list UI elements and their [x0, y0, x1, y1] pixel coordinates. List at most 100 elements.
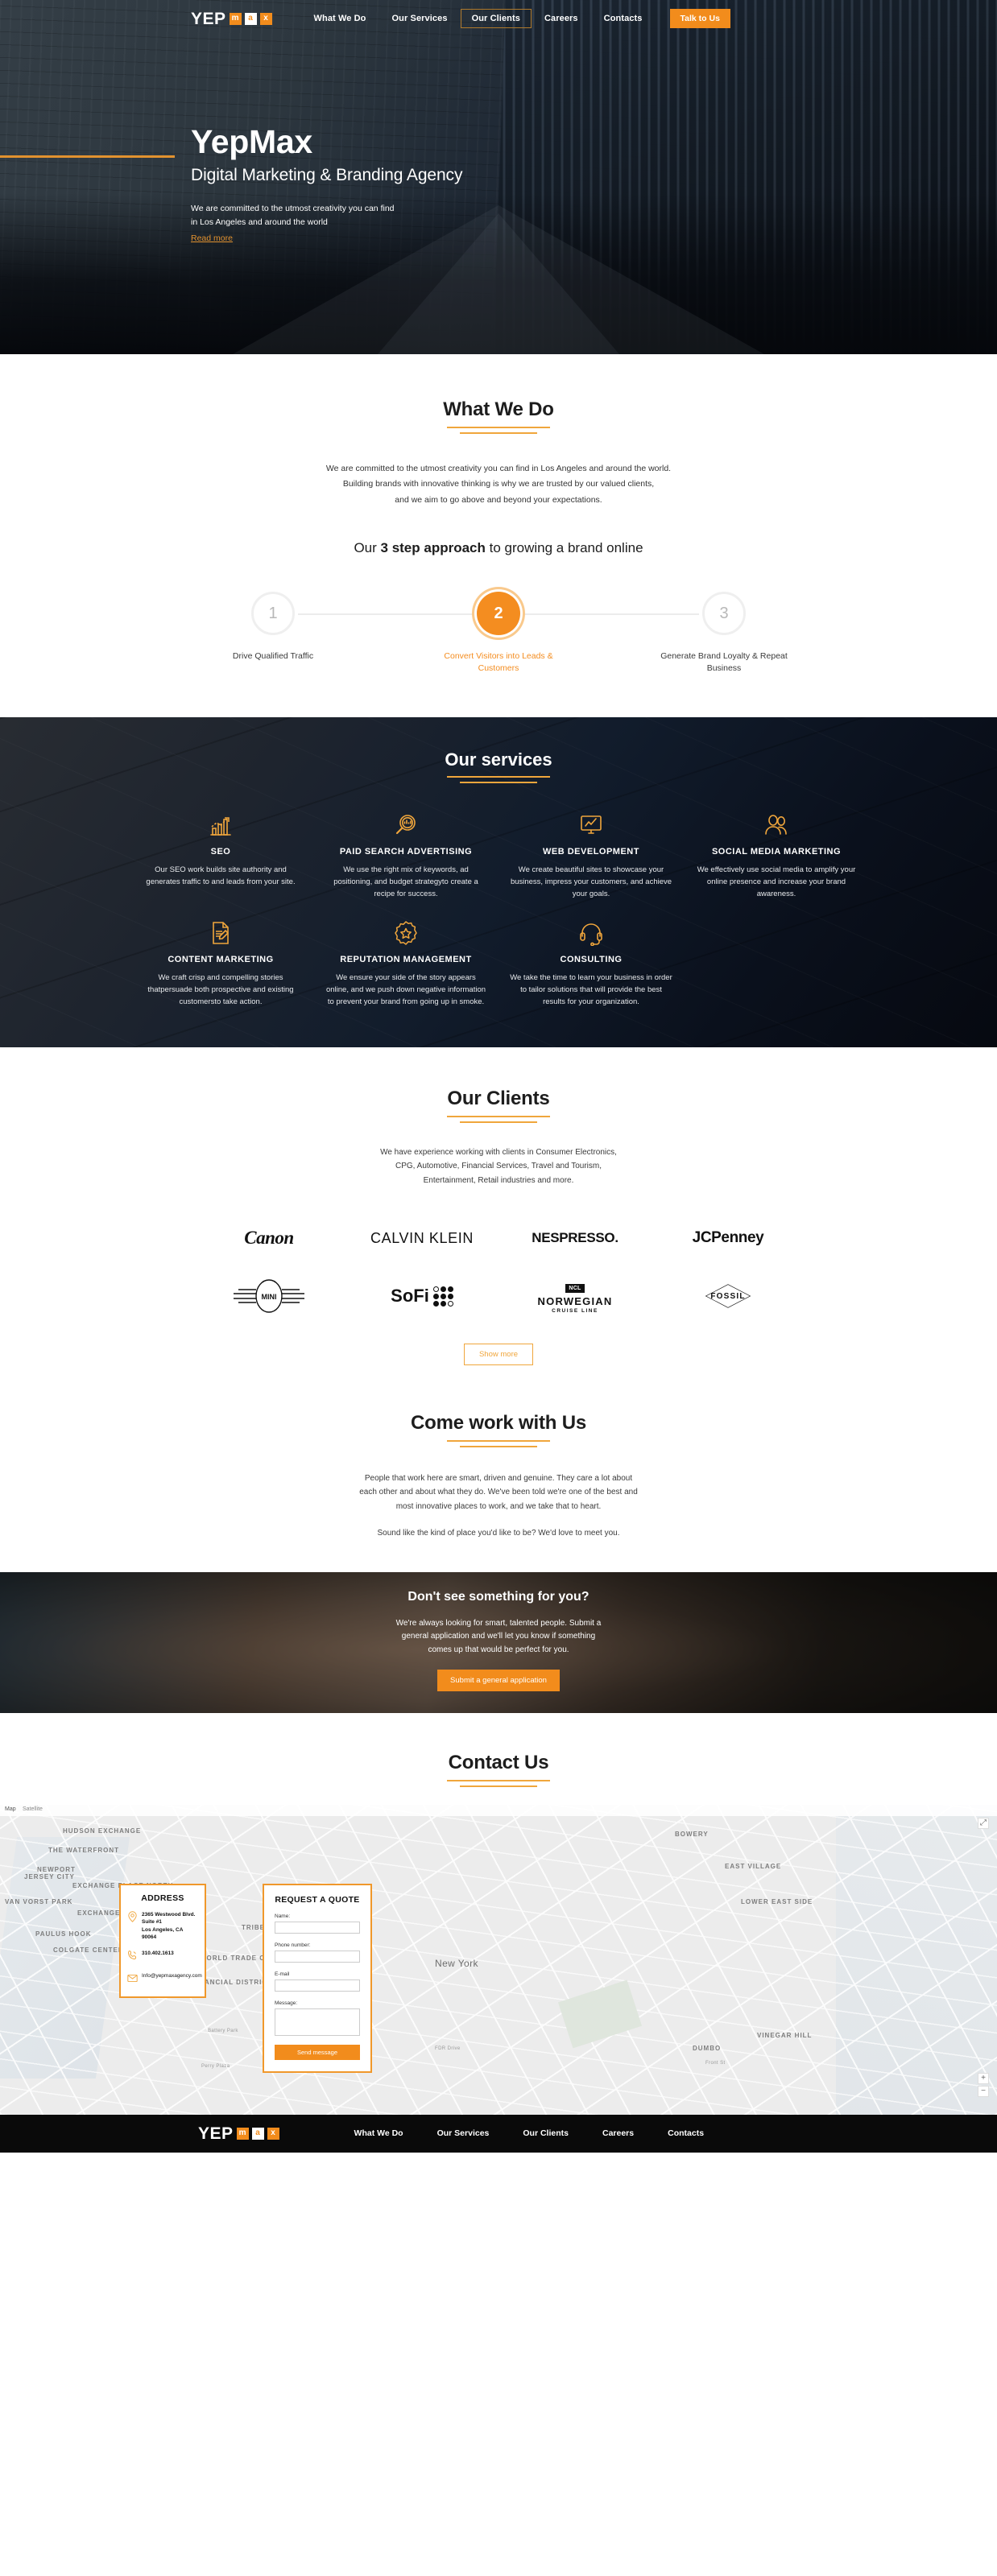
banner-content: Don't see something for you? We're alway… — [0, 1572, 997, 1692]
name-input[interactable] — [275, 1921, 360, 1934]
footer-link-our-services[interactable]: Our Services — [420, 2128, 507, 2138]
service-card-web-development[interactable]: WEB DEVELOPMENT We create beautiful site… — [498, 811, 684, 901]
careers-line1: People that work here are smart, driven … — [364, 1474, 633, 1484]
show-more-button[interactable]: Show more — [463, 1344, 534, 1366]
service-desc: Our SEO work builds site authority and g… — [146, 865, 296, 886]
careers-line3: most innovative places to work, and we t… — [395, 1501, 602, 1511]
client-logo-mini[interactable]: MINI — [230, 1278, 308, 1315]
send-message-button[interactable]: Send message — [275, 2044, 360, 2060]
underline-long — [447, 1115, 550, 1117]
magnifier-ad-icon — [325, 811, 487, 838]
what-we-do-underline — [0, 427, 997, 434]
email-input[interactable] — [275, 1979, 360, 1992]
step-2[interactable]: 2 Convert Visitors into Leads & Customer… — [424, 592, 573, 675]
page-footer: YEP m a x What We Do Our Services Our Cl… — [0, 2114, 997, 2153]
submit-general-application-button[interactable]: Submit a general application — [437, 1670, 560, 1692]
map-zoom-in-button[interactable]: + — [978, 2072, 989, 2084]
careers-copy: People that work here are smart, driven … — [297, 1472, 700, 1540]
map-label: FDR Drive — [435, 2046, 461, 2051]
client-logo-canon[interactable]: Canon — [244, 1220, 294, 1257]
service-desc: We use the right mix of keywords, ad pos… — [333, 865, 478, 899]
what-we-do-section: What We Do We are committed to the utmos… — [0, 354, 997, 717]
client-logo-norwegian[interactable]: NCL NORWEGIAN CRUISE LINE — [538, 1278, 613, 1315]
footer-link-what-we-do[interactable]: What We Do — [337, 2128, 420, 2138]
nav-item-contacts[interactable]: Contacts — [591, 9, 656, 28]
nav-item-careers[interactable]: Careers — [532, 9, 591, 28]
map-city-label: New York — [435, 1957, 478, 1969]
footer-logo-tile-m: m — [236, 2127, 249, 2140]
footer-link-contacts[interactable]: Contacts — [651, 2128, 721, 2138]
talk-to-us-button[interactable]: Talk to Us — [669, 9, 730, 28]
services-content: Our services SEO Our SEO work builds sit… — [0, 749, 997, 1009]
message-label: Message: — [275, 2000, 298, 2006]
step-1[interactable]: 1 Drive Qualified Traffic — [198, 592, 348, 663]
hero-description-line1: We are committed to the utmost creativit… — [191, 204, 395, 213]
phone-label: Phone number: — [275, 1942, 311, 1948]
hero-read-more-link[interactable]: Read more — [191, 233, 233, 243]
service-card-paid-search[interactable]: PAID SEARCH ADVERTISING We use the right… — [313, 811, 498, 901]
footer-link-careers[interactable]: Careers — [585, 2128, 651, 2138]
underline-long — [447, 1440, 550, 1443]
hero-section: YEP m a x What We Do Our Services Our Cl… — [0, 0, 997, 354]
hero-description-line2: in Los Angeles and around the world — [191, 217, 328, 227]
map-label: COLGATE CENTER — [53, 1946, 124, 1954]
phone-icon — [127, 1950, 138, 1964]
service-card-consulting[interactable]: CONSULTING We take the time to learn you… — [498, 919, 684, 1009]
ncl-badge: NCL — [565, 1283, 585, 1293]
client-logo-label-wrap: NCL NORWEGIAN CRUISE LINE — [538, 1279, 613, 1314]
mini-wings-icon: MINI — [230, 1278, 308, 1314]
approach-post: to growing a brand online — [485, 540, 643, 556]
contact-map[interactable]: Map Satellite ⤢ + − New York HUDSON EXCH… — [0, 1804, 997, 2115]
chart-growth-icon — [139, 811, 302, 838]
underline-short — [460, 781, 537, 783]
service-card-seo[interactable]: SEO Our SEO work builds site authority a… — [128, 811, 313, 901]
nav-item-our-services[interactable]: Our Services — [379, 9, 461, 28]
hero-subtitle: Digital Marketing & Branding Agency — [191, 166, 463, 184]
email-row[interactable]: Info@yepmaxagency.com — [127, 1972, 202, 1987]
banner-line1: We're always looking for smart, talented… — [395, 1618, 602, 1628]
map-mode-map-button[interactable]: Map — [5, 1806, 16, 1812]
client-logo-jcpenney[interactable]: JCPenney — [693, 1220, 764, 1257]
client-logo-calvin-klein[interactable]: CALVIN KLEIN — [370, 1220, 474, 1257]
footer-link-our-clients[interactable]: Our Clients — [506, 2128, 585, 2138]
service-card-content-marketing[interactable]: CONTENT MARKETING We craft crisp and com… — [128, 919, 313, 1009]
document-pencil-icon — [139, 919, 302, 946]
step-3[interactable]: 3 Generate Brand Loyalty & Repeat Busine… — [649, 592, 799, 675]
client-logo-fossil[interactable]: FOSSIL — [685, 1278, 772, 1315]
address-row: 2365 Westwood Blvd. Suite #1 Los Angeles… — [127, 1911, 198, 1942]
footer-logo-yepmax[interactable]: YEP m a x — [198, 2125, 279, 2142]
svg-text:MINI: MINI — [262, 1293, 277, 1301]
logo-yepmax[interactable]: YEP m a x — [191, 10, 272, 27]
request-quote-card: REQUEST A QUOTE Name: Phone number: E-ma… — [263, 1883, 372, 2073]
map-zoom-out-button[interactable]: − — [978, 2085, 989, 2097]
nav-item-our-clients[interactable]: Our Clients — [460, 9, 532, 28]
monitor-chart-icon — [510, 811, 672, 838]
banner-copy: We're always looking for smart, talented… — [366, 1617, 631, 1657]
service-name: SEO — [210, 846, 231, 857]
address-card: ADDRESS 2365 Westwood Blvd. Suite #1 Los… — [119, 1883, 206, 1998]
step-1-number: 1 — [251, 592, 295, 636]
client-logo-label: CALVIN KLEIN — [370, 1229, 474, 1246]
service-card-reputation[interactable]: REPUTATION MANAGEMENT We ensure your sid… — [313, 919, 498, 1009]
our-services-title: Our services — [445, 749, 552, 770]
client-logo-sofi[interactable]: SoFi — [391, 1278, 453, 1315]
phone-input[interactable] — [275, 1950, 360, 1963]
map-label: VAN VORST PARK — [5, 1897, 73, 1905]
what-we-do-line2: Building brands with innovative thinking… — [342, 479, 655, 489]
map-expand-button[interactable]: ⤢ — [978, 1817, 989, 1829]
service-name: WEB DEVELOPMENT — [543, 846, 639, 857]
client-logo-nespresso[interactable]: NESPRESSO. — [532, 1220, 618, 1257]
address-email: Info@yepmaxagency.com — [142, 1972, 202, 1979]
service-desc: We craft crisp and compelling stories th… — [147, 972, 294, 1007]
page-root: YEP m a x What We Do Our Services Our Cl… — [0, 0, 997, 2153]
map-mode-satellite-button[interactable]: Satellite — [23, 1806, 43, 1812]
message-textarea[interactable] — [275, 2008, 360, 2036]
what-we-do-line3: and we aim to go above and beyond your e… — [395, 494, 602, 505]
map-label: NEWPORT — [37, 1865, 76, 1873]
service-card-social-media[interactable]: SOCIAL MEDIA MARKETING We effectively us… — [684, 811, 869, 901]
nav-item-what-we-do[interactable]: What We Do — [301, 9, 379, 28]
client-logo-label: SoFi — [391, 1286, 429, 1307]
underline-long — [447, 427, 550, 428]
service-desc: We create beautiful sites to showcase yo… — [510, 865, 672, 899]
phone-row[interactable]: 310.402.1613 — [127, 1950, 198, 1964]
